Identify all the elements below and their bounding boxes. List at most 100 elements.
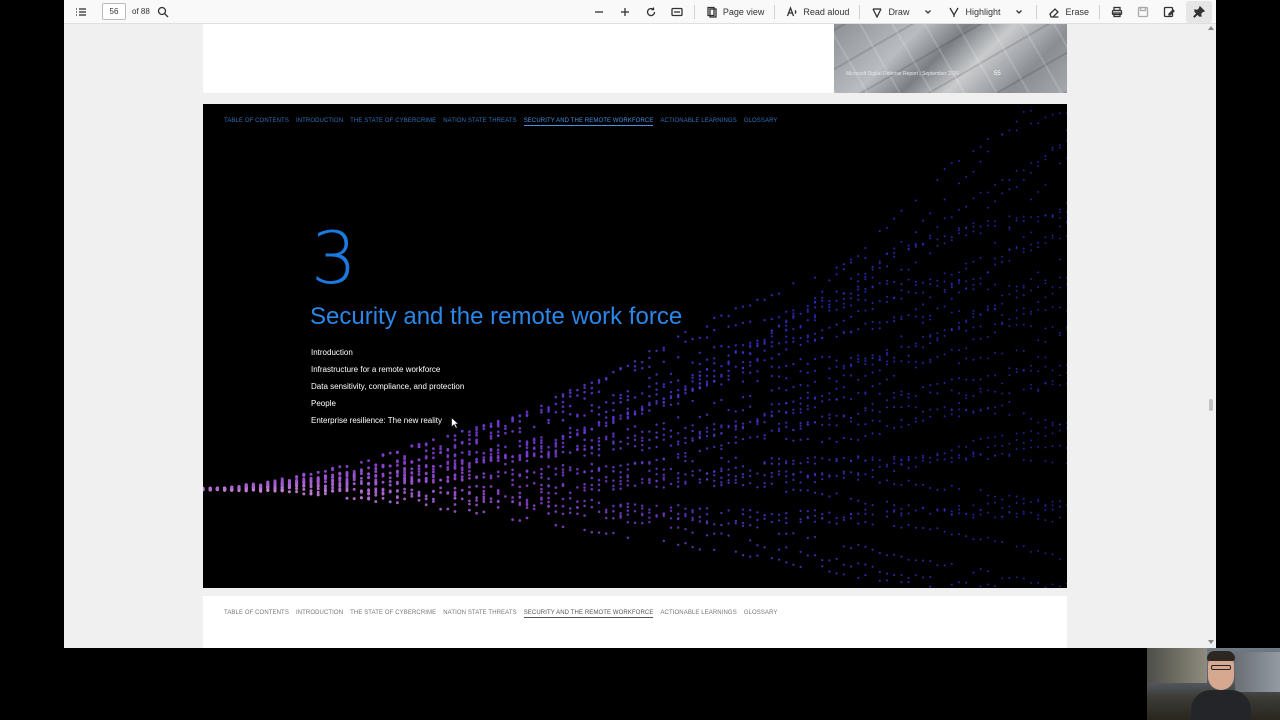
wave-particle: [482, 500, 485, 503]
wave-particle: [353, 476, 356, 479]
scroll-down-arrow[interactable]: [1208, 640, 1214, 646]
wave-particle: [1001, 499, 1003, 501]
nav-link[interactable]: NATION STATE THREATS: [443, 610, 516, 618]
wave-particle: [425, 472, 428, 475]
wave-particle: [663, 515, 665, 517]
wave-particle: [886, 463, 888, 465]
wave-particle: [756, 511, 758, 513]
wave-particle: [771, 411, 773, 413]
wave-particle: [648, 404, 650, 406]
wave-particle: [951, 216, 953, 218]
read-aloud-label: Read aloud: [803, 7, 849, 17]
rotate-button[interactable]: [638, 1, 664, 23]
wave-particle: [605, 517, 608, 520]
page-view-button[interactable]: Page view: [699, 1, 771, 23]
wave-particle: [403, 488, 406, 491]
wave-particle: [756, 360, 758, 362]
fit-page-button[interactable]: [664, 1, 690, 23]
wave-particle: [756, 380, 758, 382]
wave-particle: [684, 481, 686, 483]
wave-particle: [461, 466, 464, 469]
wave-particle: [814, 456, 816, 458]
nav-link[interactable]: SECURITY AND THE REMOTE WORKFORCE: [524, 118, 654, 126]
section-link[interactable]: Enterprise resilience: The new reality: [311, 416, 464, 433]
wave-particle: [518, 454, 521, 457]
wave-particle: [951, 485, 953, 487]
read-aloud-button[interactable]: Read aloud: [779, 1, 855, 23]
nav-link[interactable]: GLOSSARY: [744, 118, 778, 126]
print-button[interactable]: [1104, 1, 1130, 23]
section-link[interactable]: Introduction: [311, 348, 464, 365]
page-number-input[interactable]: 56: [102, 3, 126, 20]
wave-particle: [1066, 326, 1067, 328]
zoom-in-button[interactable]: [612, 1, 638, 23]
nav-link[interactable]: THE STATE OF CYBERCRIME: [350, 610, 436, 618]
cover-photo: Microsoft Digital Defense Report | Septe…: [834, 24, 1067, 93]
wave-particle: [1030, 418, 1032, 420]
save-button[interactable]: [1130, 1, 1156, 23]
wave-particle: [828, 521, 830, 523]
draw-button[interactable]: Draw: [864, 1, 915, 23]
wave-particle: [554, 442, 557, 445]
wave-particle: [994, 242, 996, 244]
wave-particle: [807, 457, 809, 459]
wave-particle: [425, 455, 428, 458]
nav-link[interactable]: TABLE OF CONTENTS: [224, 610, 289, 618]
wave-particle: [655, 468, 657, 470]
find-button[interactable]: [150, 1, 176, 23]
nav-link[interactable]: SECURITY AND THE REMOTE WORKFORCE: [524, 610, 654, 618]
wave-particle: [518, 473, 521, 476]
wave-particle: [987, 308, 989, 310]
save-as-button[interactable]: [1156, 1, 1182, 23]
wave-particle: [1008, 392, 1010, 394]
wave-particle: [677, 544, 679, 546]
highlight-options-dropdown[interactable]: [1006, 1, 1032, 23]
wave-particle: [374, 467, 377, 470]
wave-particle: [1023, 313, 1025, 315]
wave-particle: [562, 419, 565, 422]
wave-particle: [929, 576, 931, 578]
document-viewer[interactable]: Microsoft Digital Defense Report | Septe…: [64, 24, 1216, 648]
wave-particle: [893, 427, 895, 429]
wave-particle: [929, 513, 931, 515]
wave-particle: [872, 321, 874, 323]
wave-particle: [972, 514, 974, 516]
wave-particle: [807, 311, 809, 313]
wave-particle: [1037, 518, 1039, 520]
section-link[interactable]: Data sensitivity, compliance, and protec…: [311, 382, 464, 399]
wave-particle: [922, 303, 924, 305]
wave-particle: [785, 522, 787, 524]
wave-particle: [627, 365, 630, 368]
wave-particle: [807, 305, 809, 307]
draw-options-dropdown[interactable]: [915, 1, 941, 23]
wave-particle: [994, 496, 996, 498]
nav-link[interactable]: NATION STATE THREATS: [443, 118, 516, 126]
wave-particle: [425, 494, 428, 497]
webcam-background: [1235, 652, 1280, 692]
erase-button[interactable]: Erase: [1041, 1, 1095, 23]
scroll-up-arrow[interactable]: [1208, 26, 1214, 32]
wave-particle: [619, 367, 622, 370]
nav-link[interactable]: INTRODUCTION: [296, 610, 343, 618]
wave-particle: [1030, 244, 1032, 246]
wave-particle: [1001, 541, 1003, 543]
section-link[interactable]: Infrastructure for a remote workforce: [311, 365, 464, 382]
section-link[interactable]: People: [311, 399, 464, 416]
wave-particle: [634, 510, 637, 513]
vertical-scrollbar[interactable]: [1206, 24, 1216, 648]
contents-button[interactable]: [68, 1, 94, 23]
zoom-out-button[interactable]: [586, 1, 612, 23]
nav-link[interactable]: TABLE OF CONTENTS: [224, 118, 289, 126]
pin-toolbar-button[interactable]: [1186, 1, 1212, 23]
wave-particle: [756, 370, 758, 372]
nav-link[interactable]: INTRODUCTION: [296, 118, 343, 126]
wave-particle: [576, 500, 579, 503]
highlight-button[interactable]: Highlight: [941, 1, 1006, 23]
wave-particle: [864, 323, 866, 325]
scrollbar-thumb[interactable]: [1209, 399, 1213, 411]
wave-particle: [670, 506, 672, 508]
nav-link[interactable]: ACTIONABLE LEARNINGS: [660, 118, 736, 126]
nav-link[interactable]: GLOSSARY: [744, 610, 778, 618]
nav-link[interactable]: THE STATE OF CYBERCRIME: [350, 118, 436, 126]
nav-link[interactable]: ACTIONABLE LEARNINGS: [660, 610, 736, 618]
